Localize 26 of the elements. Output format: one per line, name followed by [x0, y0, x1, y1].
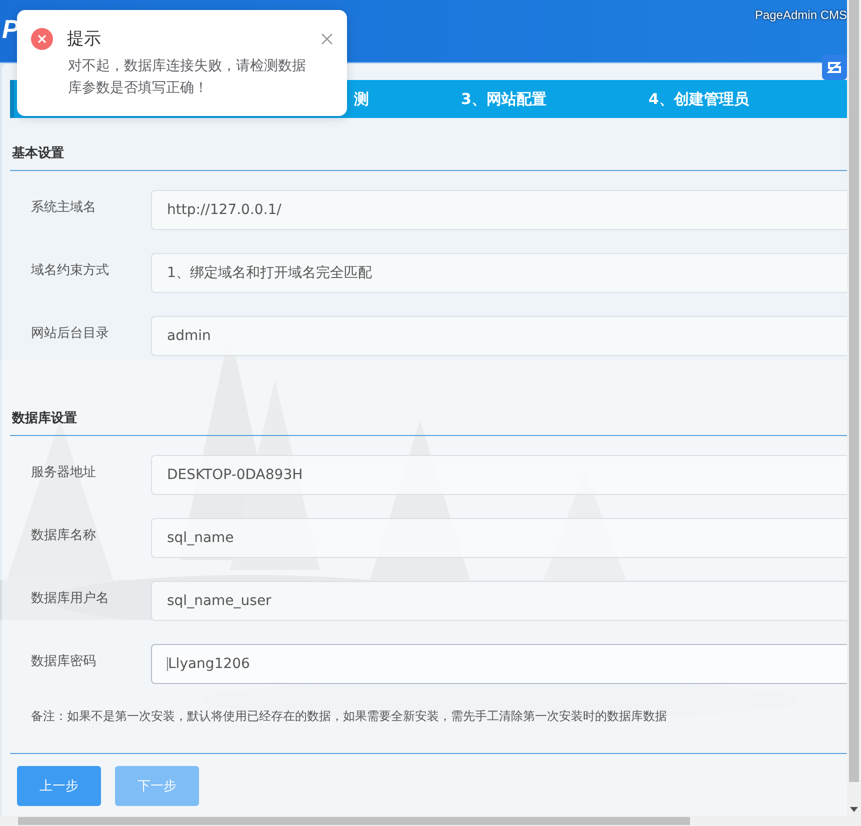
input-field[interactable]: admin	[151, 316, 847, 356]
field-label: 服务器地址	[30, 464, 97, 481]
section-title: 基本设置	[10, 118, 847, 171]
section-title: 数据库设置	[10, 383, 847, 436]
toast-text: 对不起，数据库连接失败，请检测数据库参数是否填写正确！	[68, 57, 307, 98]
note-text: 备注：如果不是第一次安装，默认将使用已经存在的数据，如果需要全新安装，需先手工清除第一次安装时的数据库数据	[30, 708, 668, 725]
field-label: 数据库密码	[30, 653, 97, 670]
input-field[interactable]: sql_name	[151, 518, 847, 558]
input-field[interactable]: 1、绑定域名和打开域名完全匹配	[151, 253, 847, 293]
input-field[interactable]: sql_name_user	[151, 581, 847, 621]
product-name: PageAdmin CMS	[754, 8, 847, 22]
field-label: 域名约束方式	[30, 262, 110, 279]
close-icon[interactable]	[321, 32, 333, 44]
vertical-scrollbar[interactable]	[847, 0, 861, 816]
field-label: 网站后台目录	[30, 325, 110, 342]
field-label: 数据库用户名	[30, 590, 110, 607]
error-icon	[31, 28, 53, 50]
scroll-down-icon[interactable]	[850, 807, 858, 813]
field-label: 系统主域名	[30, 199, 97, 216]
input-field[interactable]: http://127.0.0.1/	[151, 190, 847, 230]
app-icon[interactable]	[822, 55, 847, 80]
input-field[interactable]: DESKTOP-0DA893H	[151, 455, 847, 495]
input-field[interactable]: Llyang1206	[151, 644, 847, 684]
toast-title: 提示	[67, 28, 102, 50]
field-label: 数据库名称	[30, 527, 97, 544]
horizontal-scrollbar[interactable]	[0, 816, 861, 826]
